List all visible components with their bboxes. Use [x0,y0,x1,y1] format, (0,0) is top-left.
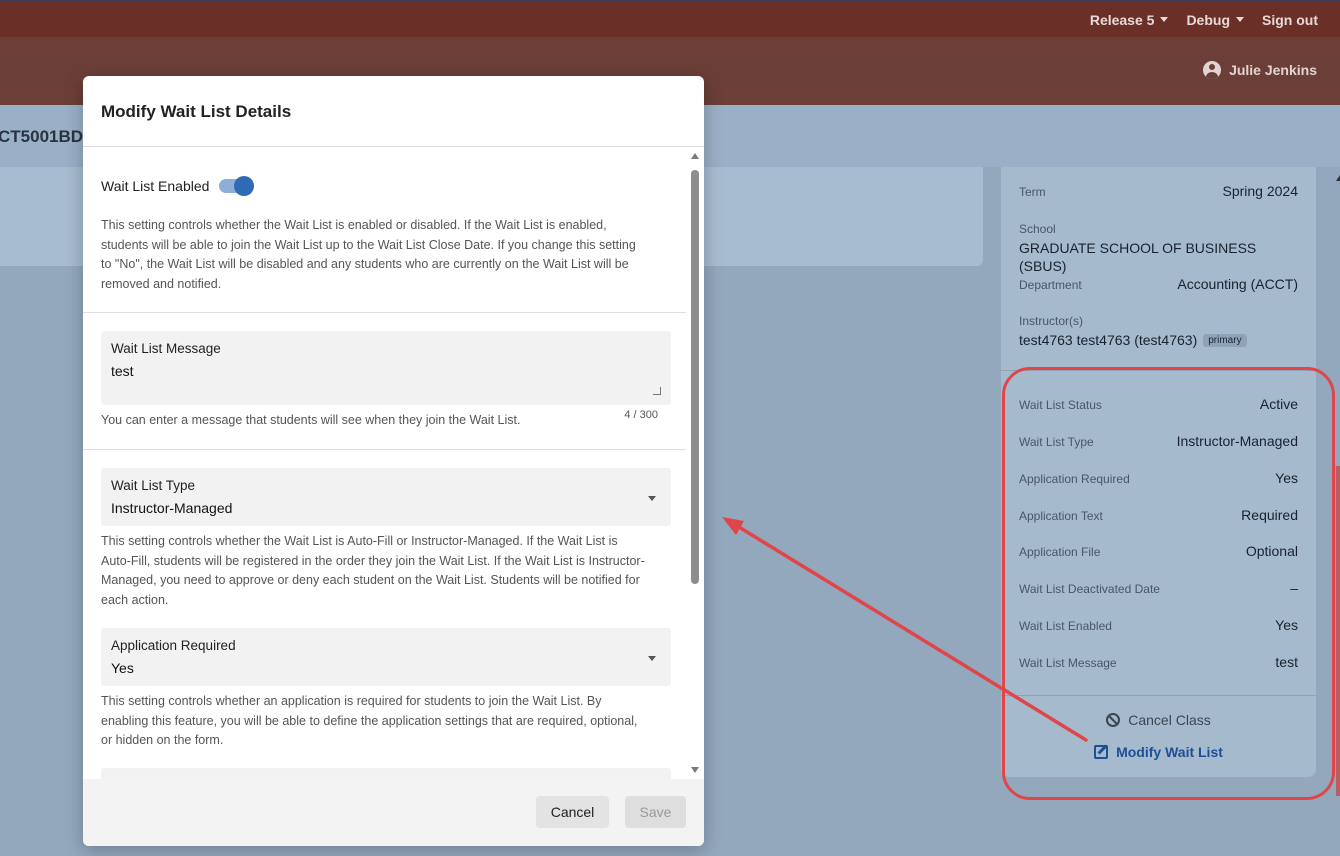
scrollbar-thumb[interactable] [691,170,699,584]
school-label: School [1019,222,1056,236]
cancel-class-button[interactable]: Cancel Class [1001,712,1316,728]
wl-info-label: Wait List Enabled [1019,619,1112,633]
top-nav-bar: Release 5 Debug Sign out [0,0,1340,37]
chevron-down-icon [1236,17,1244,22]
wl-info-label: Wait List Status [1019,398,1102,412]
wl-info-label: Application Required [1019,472,1130,486]
app-required-help-text: This setting controls whether an applica… [101,694,638,747]
term-label: Term [1019,185,1046,199]
modify-wait-list-dialog: Modify Wait List Details Wait List Enabl… [83,76,704,846]
course-details-panel: Term Spring 2024 School GRADUATE SCHOOL … [1001,167,1316,777]
debug-menu[interactable]: Debug [1186,12,1244,28]
department-label: Department [1019,278,1082,292]
instructors-value: test4763 test4763 (test4763) [1019,332,1198,348]
chevron-down-icon [1160,17,1169,22]
wl-info-value: test [1275,654,1298,670]
sign-out-link[interactable]: Sign out [1262,12,1318,28]
wl-info-row: Wait List Message test [1019,654,1298,670]
toggle-knob [234,176,255,196]
app-required-label: Application Required [111,638,236,653]
department-value: Accounting (ACCT) [1177,276,1298,292]
enabled-help-text: This setting controls whether the Wait L… [101,218,636,291]
message-label: Wait List Message [111,341,221,356]
instructors-row: Instructor(s) test4763 test4763 (test476… [1019,314,1298,350]
school-row: School GRADUATE SCHOOL OF BUSINESS (SBUS… [1019,222,1298,276]
divider [83,449,686,450]
message-help-text: You can enter a message that students wi… [101,413,521,427]
instructors-label: Instructor(s) [1019,314,1084,328]
wait-list-message-field[interactable]: Wait List Message test [101,331,671,405]
wait-list-enabled-row: Wait List Enabled [101,176,255,196]
app-required-value: Yes [111,660,134,676]
release-label: Release 5 [1089,11,1155,28]
wl-info-value: Yes [1275,470,1298,486]
scroll-up-icon[interactable] [691,153,699,159]
wl-info-row: Wait List Status Active [1019,396,1298,412]
primary-badge: primary [1203,334,1247,348]
wl-info-label: Wait List Deactivated Date [1019,582,1160,596]
wl-info-value: – [1290,580,1298,596]
wl-info-row: Application Text Required [1019,507,1298,523]
school-value: GRADUATE SCHOOL OF BUSINESS (SBUS) [1019,240,1257,274]
message-value: test [111,363,134,379]
divider [1001,370,1316,371]
department-row: Department Accounting (ACCT) [1019,276,1298,292]
application-required-select[interactable]: Application Required Yes [101,628,671,686]
page-scrollbar-thumb[interactable] [1336,466,1340,796]
scroll-down-icon[interactable] [691,767,699,773]
divider [1001,695,1316,696]
wait-list-enabled-label: Wait List Enabled [101,178,210,194]
wl-info-row: Wait List Deactivated Date – [1019,580,1298,596]
dialog-header: Modify Wait List Details [83,76,704,147]
user-menu[interactable]: Julie Jenkins [1203,61,1317,79]
dialog-title: Modify Wait List Details [101,102,292,121]
user-name: Julie Jenkins [1229,62,1317,78]
wait-list-enabled-toggle[interactable] [219,176,255,196]
wl-info-row: Application Required Yes [1019,470,1298,486]
wl-info-value: Required [1241,507,1298,523]
dialog-footer: Cancel Save [83,779,704,846]
course-code: CT5001BD0 [0,127,93,146]
release-menu[interactable]: Release 5 [1090,12,1169,28]
term-row: Term Spring 2024 [1019,183,1298,199]
wl-info-row: Wait List Type Instructor-Managed [1019,433,1298,449]
modify-wait-list-button[interactable]: Modify Wait List [1001,744,1316,760]
application-text-select[interactable] [101,768,671,779]
ban-icon [1106,713,1121,727]
resize-handle-icon[interactable] [653,387,661,395]
dialog-body: Wait List Enabled This setting controls … [83,147,704,779]
edit-icon [1094,745,1109,759]
wait-list-type-select[interactable]: Wait List Type Instructor-Managed [101,468,671,526]
modify-wait-list-label: Modify Wait List [1116,744,1223,760]
wl-info-value: Yes [1275,617,1298,633]
wl-info-value: Instructor-Managed [1176,433,1298,449]
wl-info-row: Application File Optional [1019,543,1298,559]
scroll-up-icon[interactable] [1334,175,1340,183]
wl-info-label: Wait List Message [1019,656,1117,670]
type-label: Wait List Type [111,478,196,493]
type-help-text: This setting controls whether the Wait L… [101,534,645,607]
wl-info-label: Application Text [1019,509,1103,523]
divider [83,312,686,313]
cancel-button[interactable]: Cancel [536,796,609,828]
wl-info-row: Wait List Enabled Yes [1019,617,1298,633]
wl-info-value: Optional [1245,543,1298,559]
save-button[interactable]: Save [625,796,686,828]
user-avatar-icon [1203,61,1222,79]
dialog-scrollbar[interactable] [688,153,702,773]
wl-info-label: Application File [1019,545,1101,559]
wl-info-value: Active [1259,396,1298,412]
debug-label: Debug [1186,11,1230,28]
term-value: Spring 2024 [1222,183,1298,199]
wl-info-label: Wait List Type [1019,435,1094,449]
chevron-down-icon [648,496,656,501]
chevron-down-icon [648,656,656,661]
cancel-class-label: Cancel Class [1128,712,1211,728]
type-value: Instructor-Managed [111,500,233,516]
